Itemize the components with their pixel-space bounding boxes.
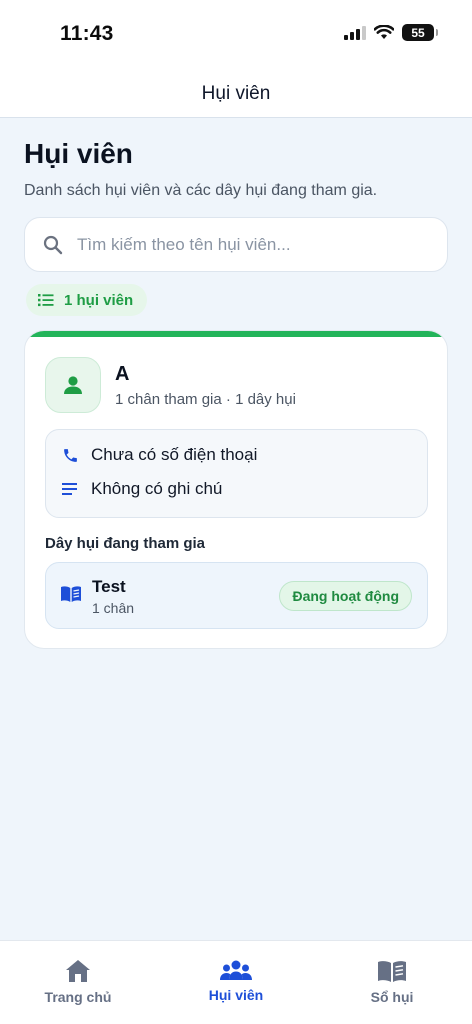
phone-icon bbox=[64, 448, 77, 462]
note-row: Không có ghi chú bbox=[62, 479, 222, 499]
tab-members-label: Hụi viên bbox=[208, 987, 264, 1003]
search-input[interactable] bbox=[77, 234, 417, 255]
signal-icon bbox=[344, 25, 366, 40]
phone-text: Chưa có số điện thoại bbox=[91, 445, 258, 464]
search-icon bbox=[43, 235, 63, 254]
status-icons: 55 bbox=[344, 24, 438, 41]
tab-home[interactable]: Trang chủ bbox=[18, 959, 138, 1015]
tab-ledger-label: Sổ hụi bbox=[370, 989, 414, 1005]
member-meta: 1 chân tham gia · 1 dây hụi bbox=[115, 391, 296, 408]
notes-icon bbox=[62, 483, 77, 495]
groups-heading: Dây hụi đang tham gia bbox=[45, 535, 206, 552]
tab-bar: Trang chủ Hụi viên Sổ hụi bbox=[0, 940, 472, 1024]
group-sub: 1 chân bbox=[92, 600, 135, 616]
member-name: A bbox=[115, 363, 130, 385]
tab-home-label: Trang chủ bbox=[44, 989, 112, 1005]
status-time: 11:43 bbox=[60, 22, 114, 45]
nav-title: Hụi viên bbox=[201, 83, 271, 104]
group-item[interactable]: Test 1 chân Đang hoạt động bbox=[45, 562, 428, 629]
tab-ledger[interactable]: Sổ hụi bbox=[332, 959, 452, 1015]
open-book-icon bbox=[61, 586, 81, 602]
avatar bbox=[45, 357, 101, 413]
member-count-chip: 1 hụi viên bbox=[26, 284, 148, 316]
battery-level: 55 bbox=[411, 25, 425, 40]
list-icon bbox=[38, 294, 54, 307]
search-box[interactable] bbox=[24, 217, 448, 272]
top-bar: 11:43 55 Hụi viên bbox=[0, 0, 472, 118]
note-text: Không có ghi chú bbox=[91, 479, 223, 498]
member-info-box: Chưa có số điện thoại Không có ghi chú bbox=[45, 429, 428, 518]
book-icon bbox=[378, 961, 406, 982]
member-card[interactable]: A 1 chân tham gia · 1 dây hụi Chưa có số… bbox=[24, 330, 448, 649]
people-icon bbox=[220, 960, 252, 980]
tab-members[interactable]: Hụi viên bbox=[176, 959, 296, 1015]
member-count-label: 1 hụi viên bbox=[64, 291, 134, 309]
home-icon bbox=[66, 960, 90, 982]
card-accent-bar bbox=[25, 331, 447, 337]
page-subtitle: Danh sách hụi viên và các dây hụi đang t… bbox=[24, 182, 378, 199]
page-title: Hụi viên bbox=[24, 138, 133, 169]
wifi-icon bbox=[374, 25, 394, 39]
person-icon bbox=[64, 376, 82, 394]
phone-row: Chưa có số điện thoại bbox=[62, 445, 257, 465]
status-badge: Đang hoạt động bbox=[279, 581, 412, 611]
battery-icon: 55 bbox=[402, 24, 438, 41]
group-name: Test bbox=[92, 577, 126, 596]
